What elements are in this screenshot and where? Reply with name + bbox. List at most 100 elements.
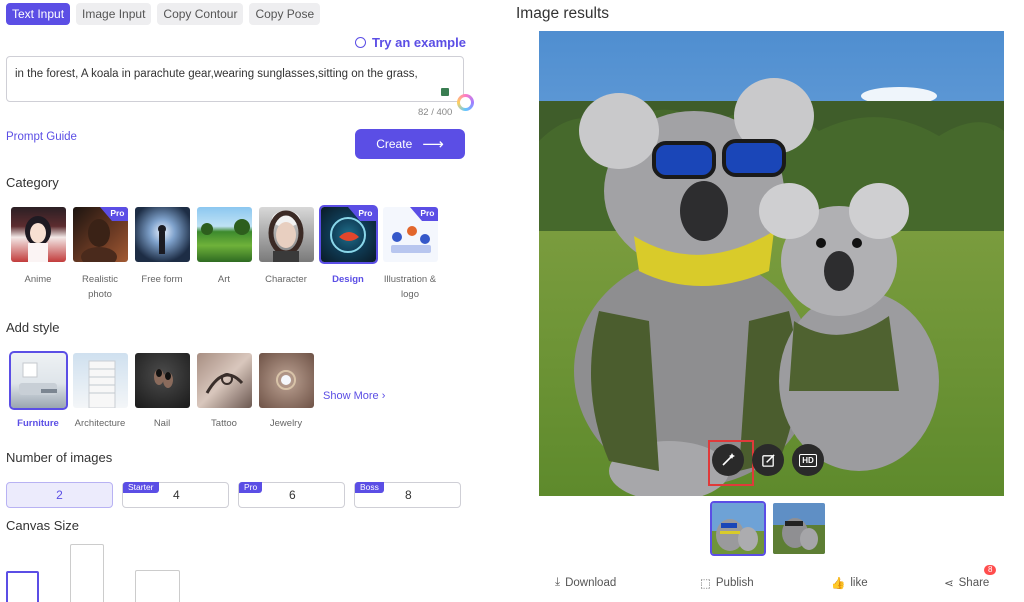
style-nail[interactable]: Nail (131, 353, 193, 429)
download-icon: ⤓ (555, 576, 561, 588)
image-count-value: 8 (405, 488, 412, 502)
category-thumbnail: Pro (72, 207, 128, 262)
style-label: Jewelry (269, 418, 303, 429)
category-label: Free form (141, 274, 183, 285)
canvas-option-landscape[interactable] (135, 570, 180, 602)
category-title: Category (6, 175, 59, 190)
prompt-text: in the forest, A koala in parachute gear… (15, 68, 418, 80)
number-of-images-options: 2 Starter 4 Pro 6 Boss 8 (6, 482, 461, 508)
category-thumbnail (258, 207, 314, 262)
chevron-right-icon: › (381, 390, 386, 402)
pro-badge: Pro (99, 207, 128, 221)
tab-image-input[interactable]: Image Input (76, 3, 152, 25)
category-free-form[interactable]: Free form (131, 207, 193, 302)
category-anime[interactable]: Anime (7, 207, 69, 302)
style-label: Nail (153, 418, 171, 429)
publish-button[interactable]: ⬚ Publish (700, 576, 754, 590)
category-label: Anime (24, 274, 52, 285)
canvas-option-portrait[interactable] (70, 544, 104, 602)
image-count-option-6[interactable]: Pro 6 (238, 482, 345, 508)
category-thumbnail (10, 207, 66, 262)
thumbs-up-icon: 👍 (831, 578, 846, 590)
result-thumbnail-2[interactable] (773, 503, 825, 554)
notification-badge: 8 (984, 565, 997, 575)
image-count-value: 4 (173, 488, 180, 502)
category-thumbnail (196, 207, 252, 262)
like-button[interactable]: 👍 like (831, 576, 868, 590)
category-label: Art (217, 274, 231, 285)
image-count-option-2[interactable]: 2 (6, 482, 113, 508)
image-count-option-4[interactable]: Starter 4 (122, 482, 229, 508)
style-architecture[interactable]: Architecture (69, 353, 131, 429)
prompt-textarea[interactable]: in the forest, A koala in parachute gear… (6, 56, 464, 102)
style-thumbnail (72, 353, 128, 409)
canvas-size-title: Canvas Size (6, 518, 79, 533)
prompt-guide-link[interactable]: Prompt Guide (6, 131, 77, 143)
download-label: Download (565, 576, 617, 589)
tab-copy-pose[interactable]: Copy Pose (249, 3, 321, 25)
style-thumbnail (134, 353, 190, 408)
publish-label: Publish (715, 577, 754, 589)
image-results-title: Image results (516, 5, 610, 22)
style-jewelry[interactable]: Jewelry (255, 353, 317, 429)
category-list: Anime Pro Realistic photo Free form Art … (7, 205, 441, 302)
style-thumbnail (196, 353, 252, 408)
category-thumbnail (134, 207, 190, 262)
input-mode-tabs: Text Input Image Input Copy Contour Copy… (6, 3, 321, 25)
plan-badge: Boss (355, 482, 384, 493)
style-label: Architecture (74, 418, 126, 429)
share-label: Share (958, 577, 990, 589)
refresh-icon (355, 37, 366, 48)
category-thumbnail: Pro (318, 205, 378, 264)
ai-assistant-icon[interactable] (457, 94, 474, 111)
category-design[interactable]: Pro Design (317, 205, 379, 302)
category-thumbnail: Pro (382, 207, 438, 262)
arrow-right-icon: ⟶ (422, 135, 444, 153)
image-action-bar: HD (712, 444, 824, 476)
style-list: Furniture Architecture Nail Tattoo Jewel… (7, 351, 385, 429)
generated-image[interactable] (539, 31, 1004, 496)
number-of-images-title: Number of images (6, 450, 113, 465)
pro-badge: Pro (409, 207, 438, 221)
result-thumbnails (710, 501, 825, 556)
hd-icon[interactable]: HD (792, 444, 824, 476)
canvas-option-square[interactable] (6, 571, 39, 602)
pro-badge: Pro (347, 207, 376, 221)
image-count-option-8[interactable]: Boss 8 (354, 482, 461, 508)
edit-icon[interactable] (752, 444, 784, 476)
style-thumbnail (8, 351, 68, 410)
style-tattoo[interactable]: Tattoo (193, 353, 255, 429)
download-button[interactable]: ⤓ Download (555, 576, 616, 589)
style-label: Furniture (17, 418, 59, 429)
character-counter: 82 / 400 (418, 107, 453, 118)
show-more-label: Show More (323, 390, 379, 402)
share-icon: ⋖ (944, 578, 954, 590)
category-illustration-logo[interactable]: Pro Illustration & logo (379, 207, 441, 302)
style-thumbnail (258, 353, 314, 408)
category-character[interactable]: Character (255, 207, 317, 302)
tab-copy-contour[interactable]: Copy Contour (157, 3, 244, 25)
category-label: Realistic photo (82, 274, 118, 300)
category-label: Illustration & logo (383, 274, 437, 300)
share-button[interactable]: ⋖ Share (944, 576, 989, 590)
image-count-value: 6 (289, 488, 296, 502)
magic-wand-icon[interactable] (712, 444, 744, 476)
category-label: Design (332, 274, 364, 285)
style-furniture[interactable]: Furniture (7, 351, 69, 429)
plan-badge: Pro (239, 482, 263, 493)
category-art[interactable]: Art (193, 207, 255, 302)
result-thumbnail-1[interactable] (710, 501, 766, 556)
category-label: Character (265, 274, 307, 285)
create-label: Create (376, 137, 413, 151)
like-label: like (850, 577, 868, 589)
publish-icon: ⬚ (700, 578, 711, 590)
try-example-link[interactable]: Try an example (355, 35, 466, 50)
style-label: Tattoo (211, 418, 237, 429)
tab-text-input[interactable]: Text Input (6, 3, 71, 25)
add-style-title: Add style (6, 320, 60, 335)
prompt-color-marker (441, 88, 449, 96)
plan-badge: Starter (123, 482, 159, 493)
create-button[interactable]: Create ⟶ (355, 129, 465, 159)
show-more-link[interactable]: Show More › (323, 390, 385, 402)
category-realistic-photo[interactable]: Pro Realistic photo (69, 207, 131, 302)
